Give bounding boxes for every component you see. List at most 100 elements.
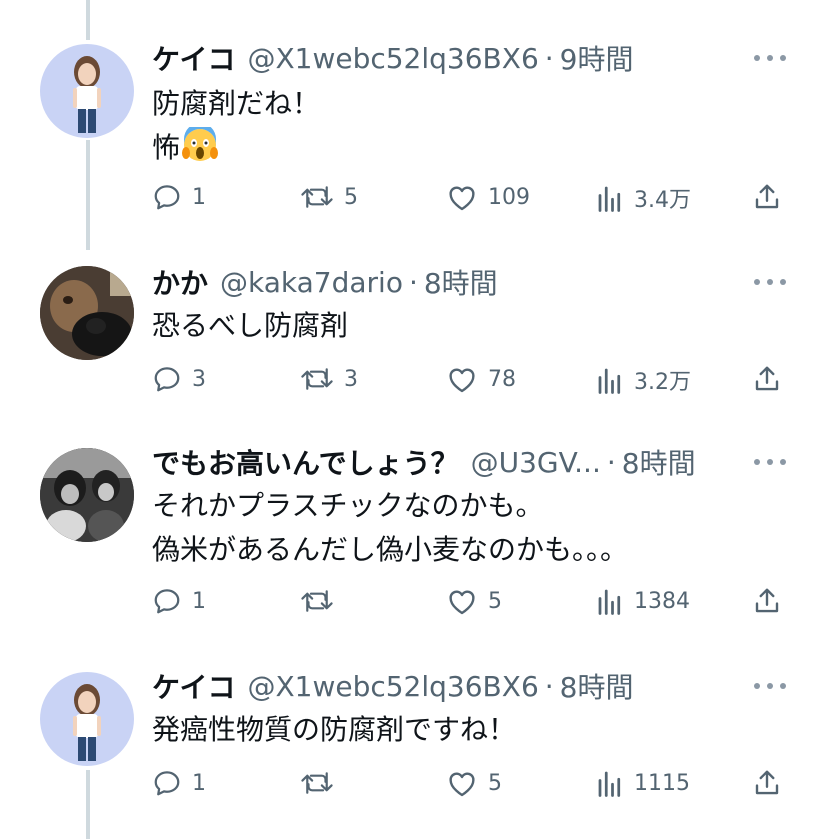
views-chart-icon bbox=[598, 771, 621, 797]
reply-button[interactable]: 3 bbox=[152, 364, 206, 394]
like-count: 109 bbox=[488, 184, 530, 210]
retweet-icon bbox=[301, 590, 333, 612]
tweet-header: ケイコ @X1webc52lq36BX6 · 9時間 bbox=[152, 38, 634, 78]
like-button[interactable]: 5 bbox=[446, 586, 502, 616]
tweet-text: 発癌性物質の防腐剤ですね！ bbox=[152, 708, 516, 752]
tweet-text-line: 恐るべし防腐剤 bbox=[152, 309, 349, 342]
retweet-button[interactable] bbox=[300, 586, 344, 616]
more-options-icon[interactable] bbox=[754, 272, 786, 292]
reply-button[interactable]: 1 bbox=[152, 182, 206, 212]
heart-icon bbox=[449, 368, 475, 393]
views-chart-icon bbox=[598, 589, 621, 615]
retweet-button[interactable]: 5 bbox=[300, 182, 358, 212]
user-handle[interactable]: @U3GV... bbox=[471, 446, 601, 479]
retweet-icon bbox=[301, 186, 333, 208]
view-count: 1115 bbox=[634, 770, 690, 796]
views-chart-icon bbox=[598, 368, 621, 394]
share-icon bbox=[755, 366, 779, 391]
retweet-button[interactable] bbox=[300, 768, 344, 798]
retweet-icon bbox=[301, 368, 333, 390]
display-name[interactable]: ケイコ bbox=[152, 38, 235, 78]
like-button[interactable]: 78 bbox=[446, 364, 516, 394]
reply-button[interactable]: 1 bbox=[152, 768, 206, 798]
share-icon bbox=[755, 770, 779, 795]
more-options-icon[interactable] bbox=[754, 452, 786, 472]
retweet-count: 3 bbox=[344, 366, 358, 392]
share-button[interactable] bbox=[752, 182, 782, 212]
like-button[interactable]: 109 bbox=[446, 182, 530, 212]
dog-avatar-image bbox=[40, 266, 134, 360]
user-handle[interactable]: @kaka7dario bbox=[220, 266, 403, 299]
views-button[interactable]: 1115 bbox=[596, 768, 690, 798]
display-name[interactable]: かか bbox=[152, 262, 208, 302]
tweet-text-line: 怖 bbox=[152, 131, 181, 164]
reply-count: 1 bbox=[192, 184, 206, 210]
views-button[interactable]: 1384 bbox=[596, 586, 690, 616]
share-button[interactable] bbox=[752, 364, 782, 394]
share-button[interactable] bbox=[752, 768, 782, 798]
avatar[interactable] bbox=[40, 672, 134, 766]
view-count: 3.4万 bbox=[634, 188, 691, 213]
separator-dot: · bbox=[544, 41, 554, 75]
tweet-actions: 1 5 1115 bbox=[0, 764, 828, 804]
tweet-header: ケイコ @X1webc52lq36BX6 · 8時間 bbox=[152, 666, 634, 706]
photo-avatar-image bbox=[40, 448, 134, 542]
like-count: 5 bbox=[488, 588, 502, 614]
reply-icon bbox=[154, 367, 180, 392]
thread-line-top bbox=[86, 0, 90, 40]
heart-icon bbox=[449, 590, 475, 615]
separator-dot: · bbox=[606, 445, 616, 479]
separator-dot: · bbox=[408, 265, 418, 299]
reply-button[interactable]: 1 bbox=[152, 586, 206, 616]
view-count: 3.2万 bbox=[634, 370, 691, 395]
heart-icon bbox=[449, 186, 475, 211]
share-icon bbox=[755, 588, 779, 613]
tweet-header: でもお高いんでしょう？ @U3GV... · 8時間 bbox=[152, 442, 696, 482]
tweet-actions: 1 5 1384 bbox=[0, 582, 828, 622]
like-count: 5 bbox=[488, 770, 502, 796]
avatar[interactable] bbox=[40, 448, 134, 542]
more-options-icon[interactable] bbox=[754, 676, 786, 696]
reply-count: 1 bbox=[192, 770, 206, 796]
share-icon bbox=[755, 184, 779, 209]
tweet-text-line: 防腐剤だね！ bbox=[152, 87, 321, 120]
timestamp[interactable]: 9時間 bbox=[560, 38, 634, 78]
share-button[interactable] bbox=[752, 586, 782, 616]
user-handle[interactable]: @X1webc52lq36BX6 bbox=[247, 42, 538, 75]
separator-dot: · bbox=[544, 669, 554, 703]
tweet-actions: 1 5 109 3.4万 bbox=[0, 178, 828, 218]
retweet-count: 5 bbox=[344, 184, 358, 210]
tweet-text-line: 発癌性物質の防腐剤ですね！ bbox=[152, 713, 517, 746]
avatar[interactable] bbox=[40, 44, 134, 138]
keiko-avatar-image bbox=[73, 56, 101, 133]
views-chart-icon bbox=[598, 186, 621, 212]
timestamp[interactable]: 8時間 bbox=[560, 666, 634, 706]
views-button[interactable]: 3.4万 bbox=[596, 182, 691, 214]
scream-emoji-icon bbox=[182, 127, 219, 161]
display-name[interactable]: でもお高いんでしょう？ bbox=[152, 442, 459, 482]
reply-count: 3 bbox=[192, 366, 206, 392]
tweet-text: それかプラスチックなのかも。 偽米があるんだし偽小麦なのかも。。。 bbox=[152, 484, 628, 572]
heart-icon bbox=[449, 772, 475, 797]
tweet-text: 恐るべし防腐剤 bbox=[152, 304, 348, 348]
views-button[interactable]: 3.2万 bbox=[596, 364, 691, 396]
user-handle[interactable]: @X1webc52lq36BX6 bbox=[247, 670, 538, 703]
timestamp[interactable]: 8時間 bbox=[622, 442, 696, 482]
reply-icon bbox=[154, 185, 180, 210]
like-button[interactable]: 5 bbox=[446, 768, 502, 798]
view-count: 1384 bbox=[634, 588, 690, 614]
reply-icon bbox=[154, 771, 180, 796]
more-options-icon[interactable] bbox=[754, 48, 786, 68]
reply-count: 1 bbox=[192, 588, 206, 614]
tweet-text-line: それかプラスチックなのかも。 bbox=[152, 489, 544, 522]
tweet-text-line: 偽米があるんだし偽小麦なのかも。。。 bbox=[152, 533, 629, 566]
tweet-actions: 3 3 78 3.2万 bbox=[0, 360, 828, 400]
retweet-icon bbox=[301, 772, 333, 794]
tweet-text: 防腐剤だね！ 怖 bbox=[152, 82, 320, 170]
reply-icon bbox=[154, 589, 180, 614]
retweet-button[interactable]: 3 bbox=[300, 364, 358, 394]
like-count: 78 bbox=[488, 366, 516, 392]
display-name[interactable]: ケイコ bbox=[152, 666, 235, 706]
avatar[interactable] bbox=[40, 266, 134, 360]
timestamp[interactable]: 8時間 bbox=[424, 262, 498, 302]
